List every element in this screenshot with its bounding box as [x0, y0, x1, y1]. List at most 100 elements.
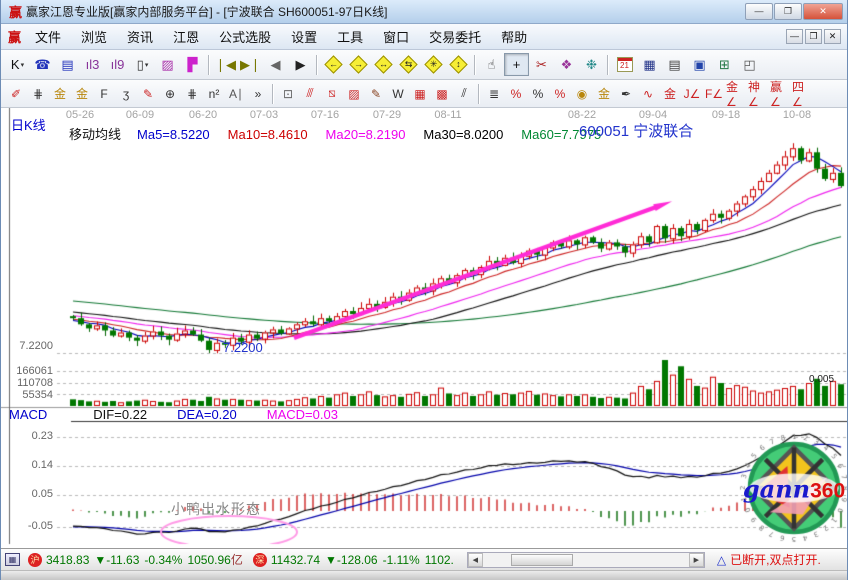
menu-item-5[interactable]: 设置 — [281, 24, 327, 49]
menu-item-8[interactable]: 交易委托 — [419, 24, 491, 49]
draw-pen-icon[interactable]: ✐ — [5, 83, 27, 104]
gold-hatch1-icon[interactable]: 金 — [49, 83, 71, 104]
prev-page-icon[interactable]: ◀ — [263, 53, 288, 76]
next-page-icon[interactable]: ▶ — [288, 53, 313, 76]
percent-retrace-icon[interactable]: % — [505, 83, 527, 104]
crosshair-tool-icon[interactable]: + — [504, 53, 529, 76]
date-label: 06-09 — [126, 109, 154, 121]
brain-tool-icon[interactable]: ❉ — [579, 53, 604, 76]
chart-area: 05-2606-0906-2007-0307-1607-2908-1108-22… — [1, 108, 848, 548]
chart-horizontal-scrollbar[interactable]: ◀ ▶ — [467, 552, 705, 568]
four-angle-icon[interactable]: 四∠ — [791, 83, 813, 104]
marker-pen-icon[interactable]: ✒ — [615, 83, 637, 104]
window-grid-icon[interactable]: ⊡ — [277, 83, 299, 104]
mdi-minimize-button[interactable]: — — [786, 29, 803, 44]
gann-fan-icon[interactable]: ⫻ — [299, 83, 321, 104]
slashes-icon[interactable]: ⫽ — [453, 83, 475, 104]
calculator-icon[interactable]: ▦ — [637, 53, 662, 76]
gann-box-icon[interactable]: ⧅ — [321, 83, 343, 104]
kline-chart-canvas[interactable] — [1, 108, 848, 548]
quote-table-icon[interactable]: ▦ — [5, 553, 20, 566]
minimize-button[interactable]: — — [745, 3, 773, 20]
bow-tool-icon[interactable]: ʒ — [115, 83, 137, 104]
cut-tool-icon[interactable]: ✂ — [529, 53, 554, 76]
shanghai-market-icon[interactable]: 沪 — [28, 553, 42, 567]
pc-tool-icon[interactable]: ◰ — [737, 53, 762, 76]
scroll-right-arrow[interactable]: ▶ — [689, 553, 704, 567]
divider-a-icon[interactable]: A∣ — [225, 83, 247, 104]
kline-period-button[interactable]: K▾ — [5, 53, 30, 76]
info-list-icon[interactable]: ▤ — [55, 53, 80, 76]
menu-item-1[interactable]: 浏览 — [71, 24, 117, 49]
calendar-icon[interactable]: 21 — [612, 53, 637, 76]
ying-angle-icon[interactable]: 赢∠ — [769, 83, 791, 104]
gold-line-icon[interactable]: 金 — [593, 83, 615, 104]
sh-amount: 1050.96 — [187, 553, 230, 567]
color-chart-icon[interactable]: ▛ — [180, 53, 205, 76]
network-share-icon[interactable]: ⊞ — [712, 53, 737, 76]
zigzag-icon[interactable]: W — [387, 83, 409, 104]
first-page-icon[interactable]: ❘◀ — [213, 53, 238, 76]
candle-style-button[interactable]: ▯▾ — [130, 53, 155, 76]
level-bars-icon[interactable]: ≣ — [483, 83, 505, 104]
menu-item-6[interactable]: 工具 — [327, 24, 373, 49]
quote-board-icon[interactable]: ▨ — [155, 53, 180, 76]
notepad-icon[interactable]: ▤ — [662, 53, 687, 76]
menu-item-3[interactable]: 江恩 — [163, 24, 209, 49]
pencil-rays-icon[interactable]: ✎ — [365, 83, 387, 104]
gann-wheel-icon[interactable]: ⊕ — [159, 83, 181, 104]
shen-angle-icon[interactable]: 神∠ — [747, 83, 769, 104]
percent-icon[interactable]: % — [527, 83, 549, 104]
minute9-chart-icon[interactable]: ıl9 — [105, 53, 130, 76]
hatch3-icon[interactable]: ⋕ — [181, 83, 203, 104]
scroll-thumb[interactable] — [511, 554, 573, 566]
menu-item-9[interactable]: 帮助 — [491, 24, 537, 49]
hand-tool-icon[interactable]: ☝ — [479, 53, 504, 76]
diamond-star-icon[interactable]: ✳ — [421, 53, 446, 76]
gold-circle-icon[interactable]: ◉ — [571, 83, 593, 104]
macd-axis-label: -0.05 — [3, 520, 53, 532]
grid-pen-icon[interactable]: ▩ — [431, 83, 453, 104]
diamond-hcompress-icon[interactable]: ⇆ — [396, 53, 421, 76]
hatch-lines-icon[interactable]: ⋕ — [27, 83, 49, 104]
mdi-restore-button[interactable]: ❐ — [805, 29, 822, 44]
f-angle-icon[interactable]: F∠ — [703, 83, 725, 104]
diamond-right-icon[interactable]: → — [346, 53, 371, 76]
gann-square-icon[interactable]: ▨ — [343, 83, 365, 104]
more-tools-icon[interactable]: » — [247, 83, 269, 104]
quote-phone-icon[interactable]: ☎ — [30, 53, 55, 76]
menu-item-7[interactable]: 窗口 — [373, 24, 419, 49]
minute3-chart-icon[interactable]: ıl3 — [80, 53, 105, 76]
j-angle-icon[interactable]: J∠ — [681, 83, 703, 104]
sh-index-change: ▼-11.63 — [94, 553, 139, 567]
n-square-icon[interactable]: n² — [203, 83, 225, 104]
gann360-logo: gann360 — [743, 475, 845, 504]
diamond-hexpand-icon[interactable]: ↔ — [371, 53, 396, 76]
percent-line-icon[interactable]: % — [549, 83, 571, 104]
connection-status-text[interactable]: 已断开,双点打开. — [730, 551, 821, 568]
last-page-icon[interactable]: ▶❘ — [238, 53, 263, 76]
red-grid-icon[interactable]: ▦ — [409, 83, 431, 104]
gold-angle-icon[interactable]: 金∠ — [725, 83, 747, 104]
gold-underline-icon[interactable]: 金 — [659, 83, 681, 104]
menu-item-4[interactable]: 公式选股 — [209, 24, 281, 49]
menu-item-2[interactable]: 资讯 — [117, 24, 163, 49]
ribbon-tool-icon[interactable]: ❖ — [554, 53, 579, 76]
diamond-left-icon[interactable]: ← — [321, 53, 346, 76]
gold-hatch2-icon[interactable]: 金 — [71, 83, 93, 104]
scroll-left-arrow[interactable]: ◀ — [468, 553, 483, 567]
f-lines-icon[interactable]: F — [93, 83, 115, 104]
close-button[interactable]: ✕ — [803, 3, 843, 20]
sz-index-change: ▼-128.06 — [325, 553, 378, 567]
shenzhen-market-icon[interactable]: 深 — [253, 553, 267, 567]
ma-legend: 移动均线Ma5=8.5220Ma10=8.4610Ma20=8.2190Ma30… — [69, 124, 619, 144]
mdi-close-button[interactable]: ✕ — [824, 29, 841, 44]
connection-antenna-icon[interactable]: △ — [717, 553, 726, 567]
red-pen-icon[interactable]: ✎ — [137, 83, 159, 104]
diamond-vexpand-icon[interactable]: ↕ — [446, 53, 471, 76]
maximize-button[interactable]: ❐ — [774, 3, 802, 20]
wave-icon[interactable]: ∿ — [637, 83, 659, 104]
sz-amount: 1102. — [425, 553, 454, 567]
save-icon[interactable]: ▣ — [687, 53, 712, 76]
menu-item-0[interactable]: 文件 — [25, 24, 71, 49]
